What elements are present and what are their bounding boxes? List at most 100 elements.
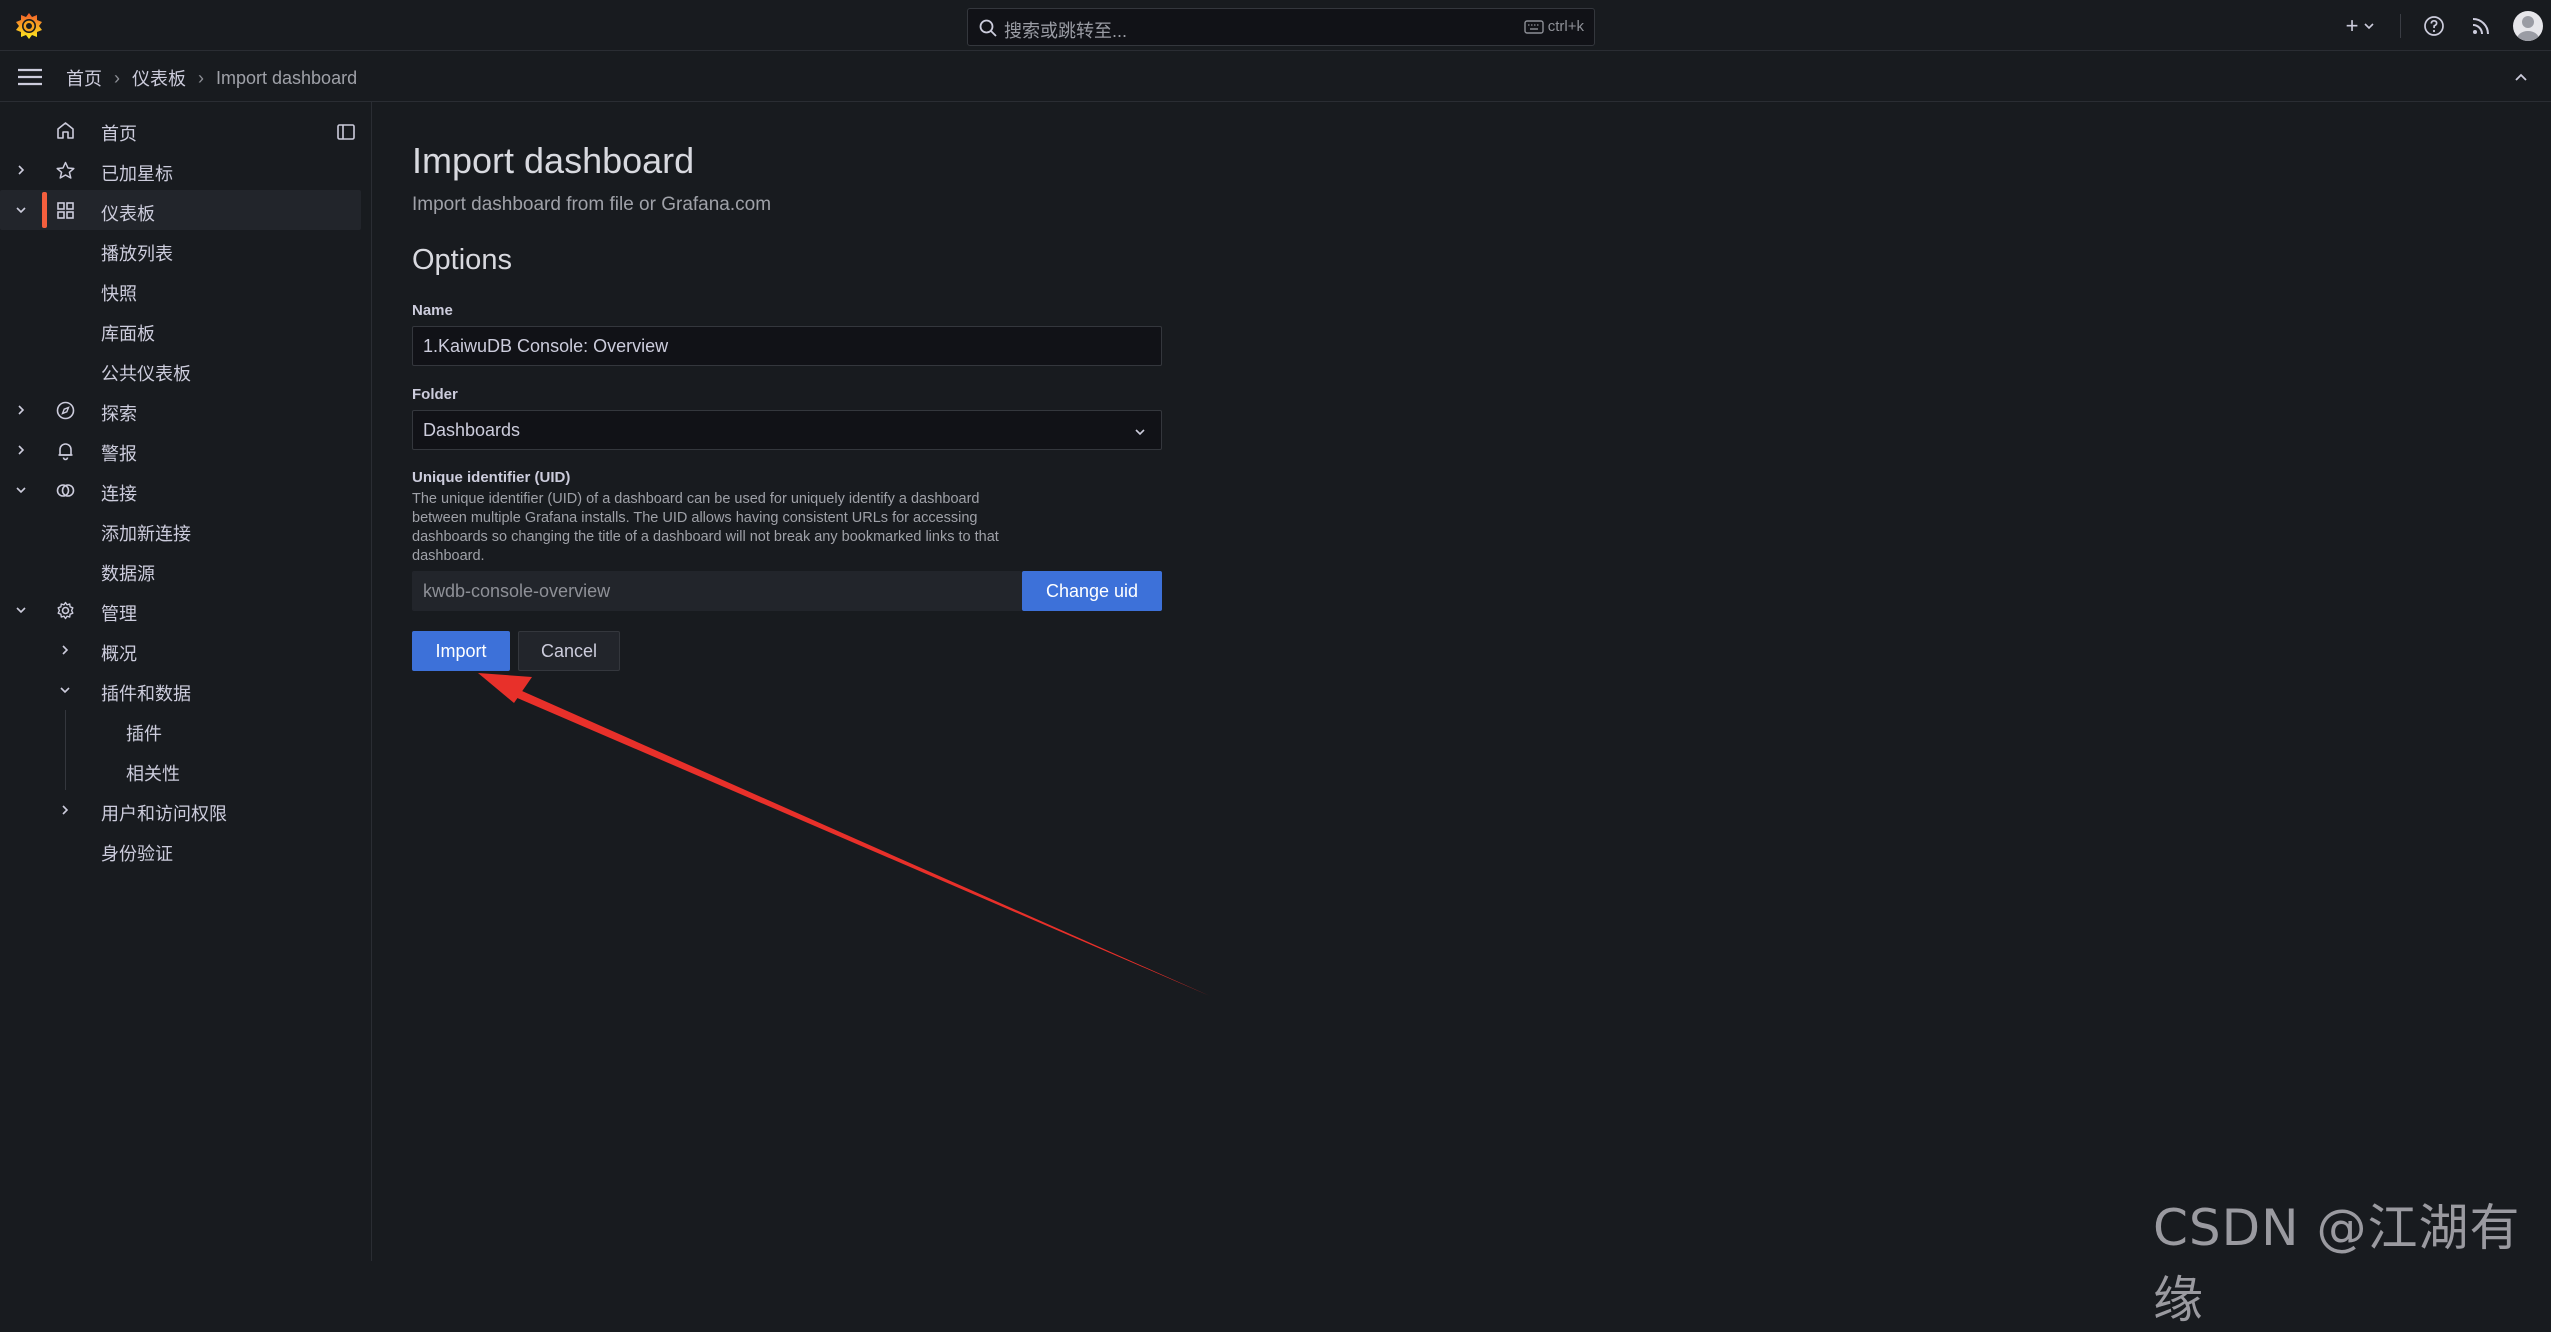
user-avatar[interactable]	[2513, 10, 2543, 41]
sidebar-item-administration[interactable]: 管理	[0, 590, 372, 630]
news-rss-icon[interactable]	[2469, 14, 2493, 38]
sidebar-item-snapshots[interactable]: 快照	[0, 270, 372, 310]
breadcrumb-bar: 首页 › 仪表板 › Import dashboard	[0, 51, 2551, 102]
watermark: CSDN @江湖有缘	[2153, 1199, 2521, 1329]
sidebar-nav: 首页 已加星标 仪表板 播放列表 快照 库面板 公共仪表板 探索 警报 连接 添…	[0, 110, 372, 870]
user-icon	[2517, 15, 2539, 41]
sidebar-item-label: 用户和访问权限	[101, 804, 227, 824]
sidebar-item-starred[interactable]: 已加星标	[0, 150, 372, 190]
sidebar-item-home[interactable]: 首页	[0, 110, 372, 150]
uid-input-value: kwdb-console-overview	[423, 581, 611, 601]
sidebar-item-label: 身份验证	[101, 844, 173, 864]
name-label: Name	[412, 302, 453, 319]
breadcrumb-separator-icon: ›	[198, 67, 204, 88]
chevron-down-icon	[2364, 22, 2374, 29]
folder-select[interactable]: Dashboards	[412, 410, 1162, 450]
tree-line	[65, 710, 66, 750]
name-input-value: 1.KaiwuDB Console: Overview	[423, 336, 669, 356]
search-shortcut-text: ctrl+k	[1547, 18, 1584, 35]
search-icon	[979, 19, 997, 37]
sidebar-item-connections[interactable]: 连接	[0, 470, 372, 510]
sidebar-item-dashboards[interactable]: 仪表板	[0, 190, 361, 230]
chevron-right-icon[interactable]	[58, 803, 72, 817]
folder-select-value: Dashboards	[423, 420, 521, 440]
sidebar-item-explore[interactable]: 探索	[0, 390, 372, 430]
options-heading: Options	[412, 244, 512, 276]
chevron-right-icon[interactable]	[14, 403, 28, 417]
chevron-down-icon[interactable]	[14, 483, 28, 497]
sidebar-item-alerting[interactable]: 警报	[0, 430, 372, 470]
search-shortcut: ctrl+k	[1524, 18, 1584, 35]
chevron-up-icon[interactable]	[2511, 67, 2531, 87]
cancel-button[interactable]: Cancel	[518, 631, 620, 671]
sidebar-item-label: 库面板	[101, 324, 155, 344]
page-subtitle: Import dashboard from file or Grafana.co…	[412, 194, 772, 215]
new-button[interactable]: +	[2336, 11, 2386, 41]
sidebar-item-datasources[interactable]: 数据源	[0, 550, 372, 590]
uid-label: Unique identifier (UID)	[412, 469, 571, 486]
compass-icon	[56, 401, 75, 420]
folder-label: Folder	[412, 386, 458, 403]
chevron-down-icon[interactable]	[58, 683, 72, 697]
home-icon	[57, 122, 74, 139]
sidebar-item-label: 概况	[101, 644, 137, 664]
uid-description: The unique identifier (UID) of a dashboa…	[412, 491, 999, 564]
sidebar-item-plugins[interactable]: 插件	[0, 710, 372, 750]
sidebar-item-users-and-access[interactable]: 用户和访问权限	[0, 790, 372, 830]
sidebar-item-add-connection[interactable]: 添加新连接	[0, 510, 372, 550]
sidebar-item-library-panels[interactable]: 库面板	[0, 310, 372, 350]
change-uid-button[interactable]: Change uid	[1022, 571, 1162, 611]
keyboard-icon	[1524, 19, 1544, 34]
uid-input: kwdb-console-overview	[412, 571, 1022, 611]
sidebar-item-label: 仪表板	[101, 204, 155, 224]
connection-icon	[56, 484, 75, 497]
sidebar-item-label: 快照	[101, 284, 137, 304]
sidebar-item-general[interactable]: 概况	[0, 630, 372, 670]
sidebar: 首页 已加星标 仪表板 播放列表 快照 库面板 公共仪表板 探索 警报 连接 添…	[0, 102, 372, 1261]
sidebar-item-authentication[interactable]: 身份验证	[0, 830, 372, 870]
sidebar-item-playlists[interactable]: 播放列表	[0, 230, 372, 270]
sidebar-item-label: 连接	[101, 484, 137, 504]
sidebar-item-label: 已加星标	[101, 164, 173, 184]
breadcrumb: 首页 › 仪表板 › Import dashboard	[66, 65, 357, 91]
chevron-right-icon[interactable]	[14, 163, 28, 177]
sidebar-item-label: 插件	[126, 724, 162, 744]
sidebar-item-label: 公共仪表板	[101, 364, 191, 384]
page-title: Import dashboard	[412, 140, 695, 181]
sidebar-item-label: 首页	[101, 124, 137, 144]
top-actions: +	[2336, 0, 2551, 51]
grafana-logo-icon[interactable]	[14, 11, 44, 41]
chevron-down-icon	[1135, 429, 1145, 436]
chevron-right-icon[interactable]	[14, 443, 28, 457]
help-icon[interactable]	[2421, 13, 2447, 39]
sidebar-item-label: 播放列表	[101, 244, 173, 264]
import-button[interactable]: Import	[412, 631, 510, 671]
breadcrumb-dashboards[interactable]: 仪表板	[132, 65, 186, 91]
sidebar-item-label: 相关性	[126, 764, 180, 784]
chevron-down-icon[interactable]	[14, 203, 28, 217]
menu-icon[interactable]	[16, 65, 44, 89]
chevron-down-icon[interactable]	[14, 603, 28, 617]
topbar-divider	[2400, 13, 2401, 38]
sidebar-item-correlations[interactable]: 相关性	[0, 750, 372, 790]
sidebar-item-label: 数据源	[101, 564, 155, 584]
sidebar-item-public-dashboards[interactable]: 公共仪表板	[0, 350, 372, 390]
main-content: Import dashboard Import dashboard from f…	[372, 102, 2551, 1261]
name-input[interactable]: 1.KaiwuDB Console: Overview	[412, 326, 1162, 366]
breadcrumb-home[interactable]: 首页	[66, 65, 102, 91]
sidebar-item-plugins-and-data[interactable]: 插件和数据	[0, 670, 372, 710]
sidebar-item-label: 添加新连接	[101, 524, 191, 544]
cog-icon	[57, 601, 74, 620]
apps-icon	[57, 202, 74, 219]
bell-icon	[58, 443, 73, 461]
sidebar-item-label: 管理	[101, 604, 137, 624]
search-placeholder: 搜索或跳转至...	[1004, 21, 1128, 41]
tree-line	[65, 750, 66, 790]
chevron-right-icon[interactable]	[58, 643, 72, 657]
search-input[interactable]: 搜索或跳转至... ctrl+k	[967, 8, 1595, 46]
breadcrumb-separator-icon: ›	[114, 67, 120, 88]
plus-icon: +	[2345, 12, 2359, 38]
sidebar-item-label: 探索	[101, 404, 137, 424]
top-bar: 搜索或跳转至... ctrl+k +	[0, 0, 2551, 51]
sidebar-item-label: 插件和数据	[101, 684, 191, 704]
